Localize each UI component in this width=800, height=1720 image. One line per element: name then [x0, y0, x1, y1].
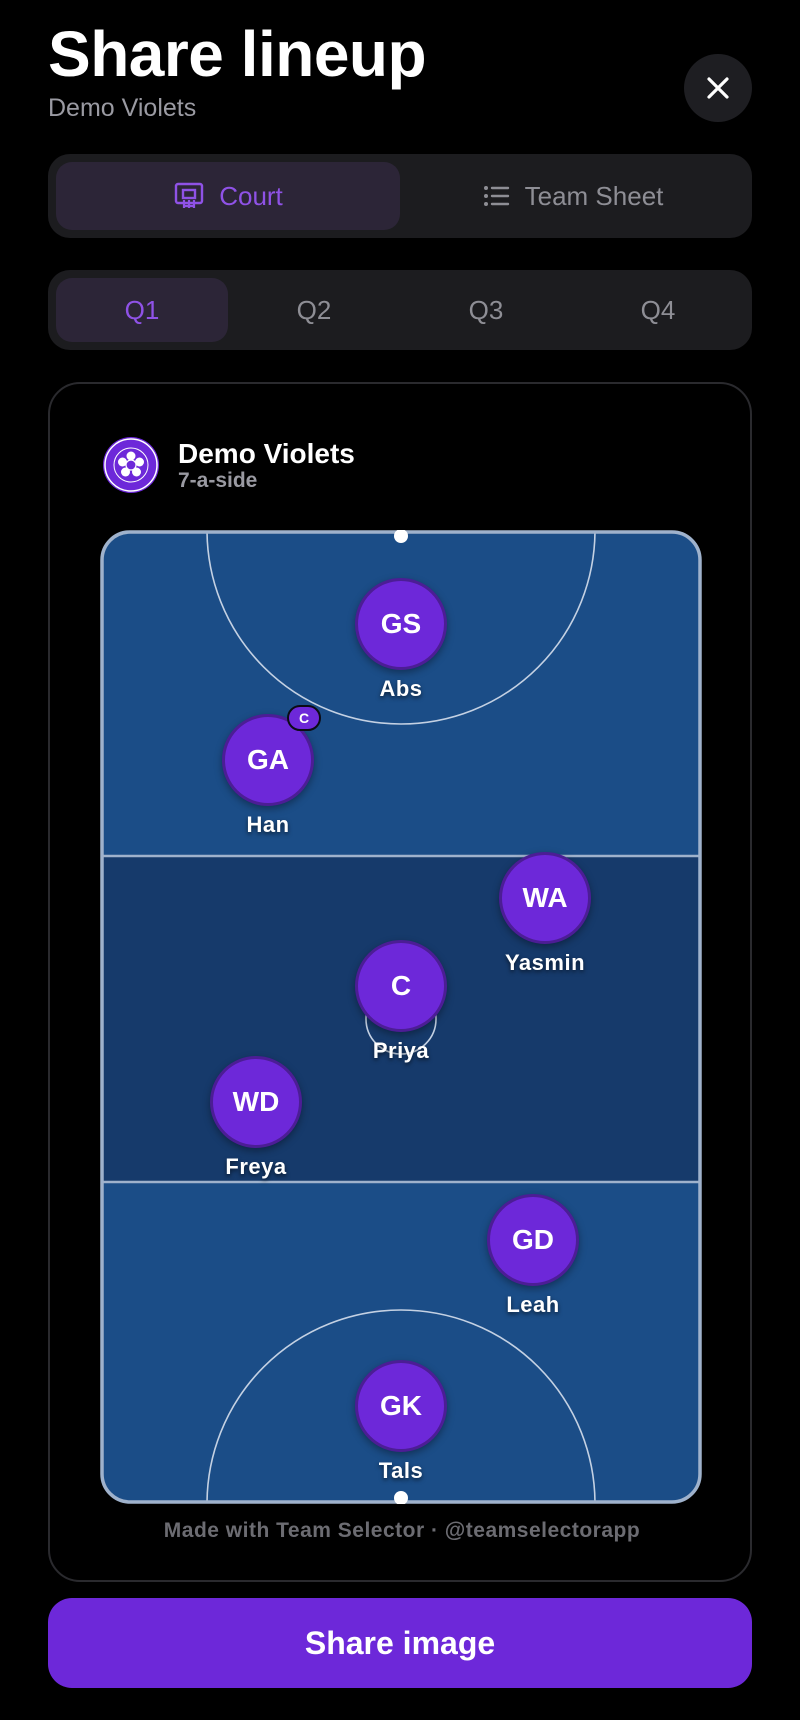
- team-format: 7-a-side: [178, 469, 258, 492]
- court-icon: [175, 182, 204, 208]
- share-image-button[interactable]: Share image: [48, 1598, 752, 1688]
- club-logo-icon: [103, 437, 159, 493]
- player-name: Leah: [506, 1292, 560, 1317]
- player-name: Han: [246, 812, 290, 837]
- player-name: Abs: [379, 676, 423, 701]
- list-icon: [483, 186, 509, 206]
- tab-court-label: Court: [219, 180, 283, 211]
- lineup-card: Demo Violets 7-a-side GS Abs GA C Han WA…: [48, 382, 752, 1582]
- player-wa[interactable]: WA Yasmin: [475, 852, 615, 976]
- close-button[interactable]: [684, 54, 752, 122]
- position-label: GA: [247, 744, 289, 775]
- position-badge: GD: [487, 1194, 579, 1286]
- page-title: Share lineup: [48, 18, 427, 90]
- player-gk[interactable]: GK Tals: [331, 1360, 471, 1484]
- position-badge: GK: [355, 1360, 447, 1452]
- tab-q4[interactable]: Q4: [572, 278, 744, 342]
- player-gs[interactable]: GS Abs: [331, 578, 471, 702]
- view-toggle: Court Team Sheet: [48, 154, 752, 238]
- tab-q2[interactable]: Q2: [228, 278, 400, 342]
- position-badge: GA C: [222, 705, 321, 806]
- player-ga[interactable]: GA C Han: [198, 705, 338, 838]
- position-badge: WD: [210, 1056, 302, 1148]
- tab-team-sheet-label: Team Sheet: [524, 180, 664, 211]
- close-icon: [707, 77, 729, 99]
- page-subtitle: Demo Violets: [48, 94, 197, 122]
- player-gd[interactable]: GD Leah: [463, 1194, 603, 1318]
- player-name: Priya: [372, 1038, 430, 1063]
- player-name: Freya: [225, 1154, 287, 1179]
- tab-q3[interactable]: Q3: [400, 278, 572, 342]
- player-c[interactable]: C Priya: [331, 940, 471, 1064]
- tab-court[interactable]: Court: [56, 162, 400, 230]
- position-badge: GS: [355, 578, 447, 670]
- position-badge: WA: [499, 852, 591, 944]
- player-wd[interactable]: WD Freya: [186, 1056, 326, 1180]
- player-name: Tals: [378, 1458, 424, 1483]
- netball-court: GS Abs GA C Han WA Yasmin C Priya WD Fre…: [100, 530, 702, 1504]
- quarter-selector: Q1 Q2 Q3 Q4: [48, 270, 752, 350]
- player-name: Yasmin: [504, 950, 586, 975]
- captain-badge: C: [287, 705, 321, 731]
- team-name: Demo Violets: [178, 438, 355, 469]
- position-badge: C: [355, 940, 447, 1032]
- tab-q1[interactable]: Q1: [56, 278, 228, 342]
- made-with-footer: Made with Team Selector · @teamselectora…: [163, 1519, 641, 1542]
- share-lineup-screen: Share lineup Demo Violets Court Team She…: [0, 0, 800, 1720]
- tab-team-sheet[interactable]: Team Sheet: [400, 162, 744, 230]
